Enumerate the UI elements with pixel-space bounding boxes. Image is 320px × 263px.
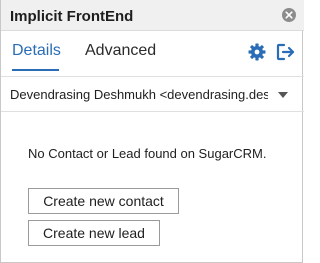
gear-icon[interactable] [248, 43, 266, 61]
tab-advanced[interactable]: Advanced [85, 42, 156, 60]
active-tab-indicator [12, 69, 59, 71]
tab-bar: Details Advanced [1, 31, 304, 71]
divider [1, 111, 304, 112]
create-contact-button[interactable]: Create new contact [28, 188, 179, 214]
addin-panel: Implicit FrontEnd Details Advanced Deven… [0, 0, 304, 263]
title-bar: Implicit FrontEnd [1, 0, 304, 31]
sign-out-icon[interactable] [276, 43, 296, 61]
tab-details[interactable]: Details [12, 42, 61, 60]
account-selector[interactable]: Devendrasing Deshmukh <devendrasing.desh… [1, 77, 304, 111]
account-selected-value: Devendrasing Deshmukh <devendrasing.desh… [10, 87, 268, 102]
close-icon[interactable] [282, 8, 296, 22]
window-title: Implicit FrontEnd [10, 8, 134, 25]
chevron-down-icon[interactable] [278, 92, 288, 98]
create-lead-button[interactable]: Create new lead [28, 220, 160, 246]
status-message: No Contact or Lead found on SugarCRM. [28, 146, 267, 161]
